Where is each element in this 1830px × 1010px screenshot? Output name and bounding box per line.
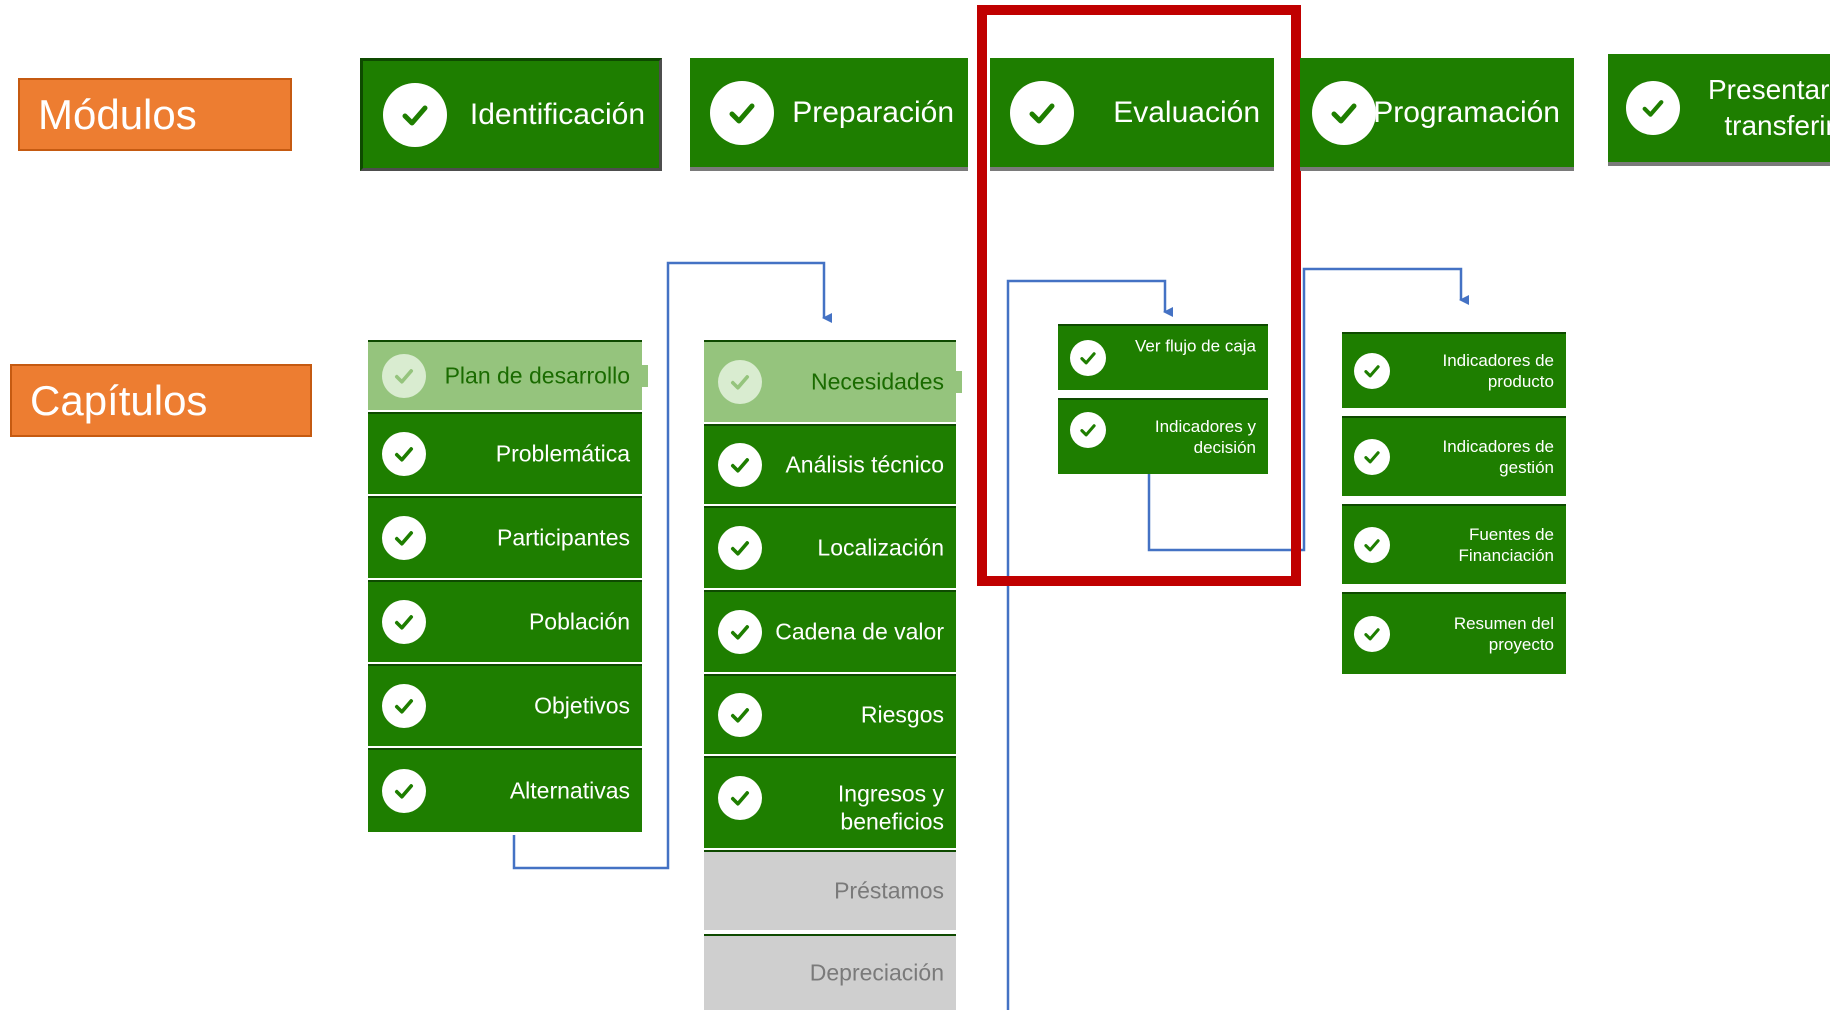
chapter-problematica[interactable]: Problemática xyxy=(368,412,642,494)
chapter-ingresos-y-beneficios[interactable]: Ingresos y beneficios xyxy=(704,756,956,848)
chapter-label: Localización xyxy=(817,534,944,561)
chapter-label: Población xyxy=(528,608,630,635)
chapter-fuentes-de-financiacion[interactable]: Fuentes de Financiación xyxy=(1342,504,1566,584)
chapter-localizacion[interactable]: Localización xyxy=(704,506,956,588)
chapter-label: Objetivos xyxy=(534,692,630,719)
check-circle-icon xyxy=(383,82,447,147)
chapter-label: Resumen del proyecto xyxy=(1453,613,1554,654)
chapter-label: Depreciación xyxy=(809,959,944,986)
chapter-depreciacion[interactable]: Depreciación xyxy=(704,934,956,1010)
chapter-label: Fuentes de Financiación xyxy=(1458,524,1554,565)
chapter-poblacion[interactable]: Población xyxy=(368,580,642,662)
chapter-label: Préstamos xyxy=(834,877,944,904)
check-circle-icon xyxy=(1070,411,1106,448)
chapter-riesgos[interactable]: Riesgos xyxy=(704,674,956,754)
check-circle-icon xyxy=(718,360,762,404)
tab-marker xyxy=(956,371,962,393)
module-programacion[interactable]: Programación xyxy=(1300,58,1574,171)
check-circle-icon xyxy=(382,354,426,398)
check-circle-icon xyxy=(382,432,426,476)
module-label: Presentar ytransferir xyxy=(1708,74,1830,141)
module-preparacion[interactable]: Preparación xyxy=(690,58,968,171)
check-circle-icon xyxy=(718,610,762,654)
check-circle-icon xyxy=(1312,80,1376,145)
chapter-label: Ver flujo de caja xyxy=(1135,336,1256,356)
check-circle-icon xyxy=(718,776,762,820)
tab-marker xyxy=(642,365,648,387)
check-circle-icon xyxy=(1010,80,1074,145)
chapter-alternativas[interactable]: Alternativas xyxy=(368,748,642,832)
connector-preparacion-to-evaluacion xyxy=(1006,279,1173,1010)
module-label: Programación xyxy=(1373,95,1560,129)
module-label: Identificación xyxy=(469,97,645,131)
check-circle-icon xyxy=(710,80,774,145)
check-circle-icon xyxy=(382,516,426,560)
chapter-ver-flujo-de-caja[interactable]: Ver flujo de caja xyxy=(1058,324,1268,390)
check-circle-icon xyxy=(718,443,762,487)
chapter-objetivos[interactable]: Objetivos xyxy=(368,664,642,746)
chapter-necesidades[interactable]: Necesidades xyxy=(704,340,962,422)
check-circle-icon xyxy=(718,526,762,570)
check-circle-icon xyxy=(1354,527,1390,563)
check-circle-icon xyxy=(1626,81,1680,135)
chapter-plan-de-desarrollo[interactable]: Plan de desarrollo xyxy=(368,340,648,410)
chapter-indicadores-y-decision[interactable]: Indicadores y decisión xyxy=(1058,398,1268,474)
chapter-cadena-de-valor[interactable]: Cadena de valor xyxy=(704,590,956,672)
check-circle-icon xyxy=(1354,439,1390,475)
check-circle-icon xyxy=(382,684,426,728)
chapter-label: Problemática xyxy=(495,440,630,467)
chapter-label: Indicadores y decisión xyxy=(1154,416,1256,457)
module-label: Preparación xyxy=(792,95,954,129)
chapter-label: Riesgos xyxy=(860,701,944,728)
chapter-resumen-del-proyecto[interactable]: Resumen del proyecto xyxy=(1342,592,1566,674)
chapter-indicadores-de-producto[interactable]: Indicadores de producto xyxy=(1342,332,1566,408)
check-circle-icon xyxy=(1354,353,1390,389)
chapter-analisis-tecnico[interactable]: Análisis técnico xyxy=(704,424,956,504)
check-circle-icon xyxy=(1354,616,1390,652)
check-circle-icon xyxy=(1070,340,1106,376)
chapter-label: Indicadores de gestión xyxy=(1442,436,1554,477)
chapter-label: Cadena de valor xyxy=(775,618,944,645)
check-circle-icon xyxy=(382,769,426,813)
module-presentar-transferir[interactable]: Presentar ytransferir xyxy=(1608,54,1830,166)
chapter-label: Alternativas xyxy=(509,777,630,804)
chapter-prestamos[interactable]: Préstamos xyxy=(704,850,956,930)
chapter-label: Necesidades xyxy=(811,368,944,395)
module-identificacion[interactable]: Identificación xyxy=(360,58,662,171)
check-circle-icon xyxy=(382,600,426,644)
module-label: Evaluación xyxy=(1113,95,1260,129)
chapter-participantes[interactable]: Participantes xyxy=(368,496,642,578)
chapter-label: Participantes xyxy=(497,524,630,551)
chapter-label: Plan de desarrollo xyxy=(444,362,630,389)
check-circle-icon xyxy=(718,693,762,737)
module-evaluacion[interactable]: Evaluación xyxy=(990,58,1274,171)
chapter-label: Indicadores de producto xyxy=(1442,350,1554,391)
chapter-label: Análisis técnico xyxy=(785,451,944,478)
chapter-indicadores-de-gestion[interactable]: Indicadores de gestión xyxy=(1342,416,1566,496)
chapter-label: Ingresos y beneficios xyxy=(837,779,944,835)
